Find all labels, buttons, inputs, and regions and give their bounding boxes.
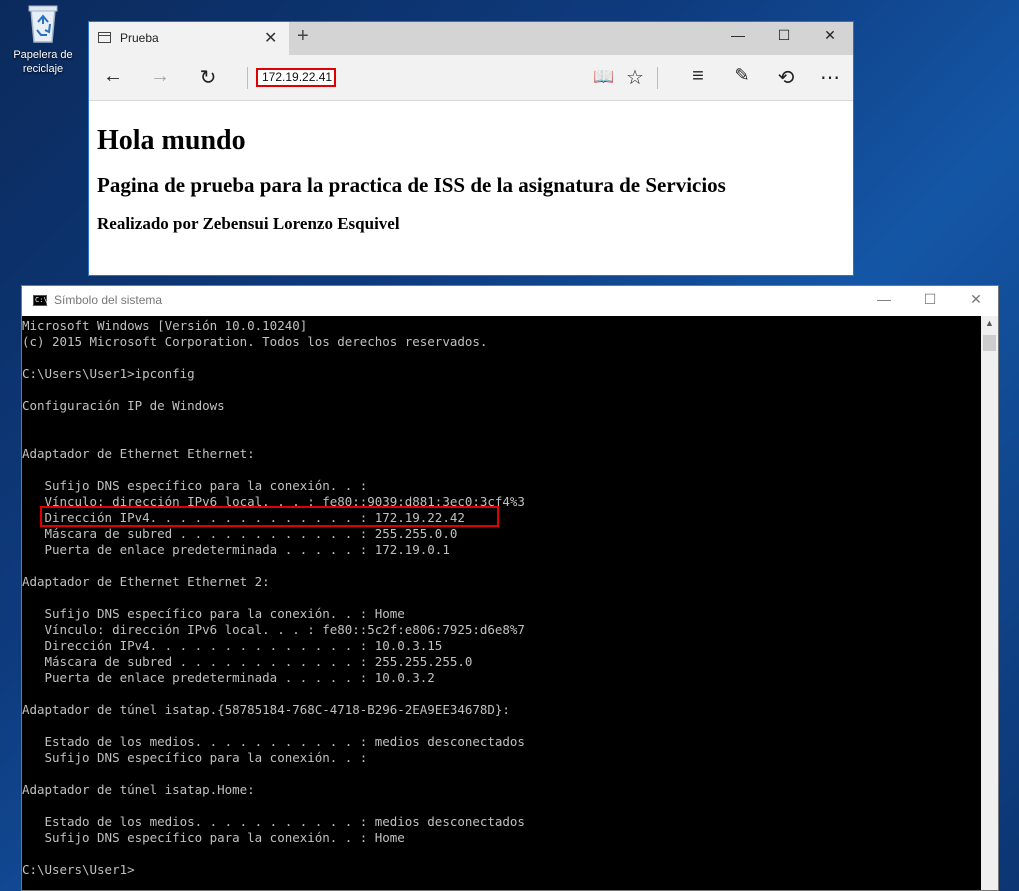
console-line: Puerta de enlace predeterminada . . . . … [22,542,450,557]
console-line: Vínculo: dirección IPv6 local. . . : fe8… [22,622,525,637]
console-line: Sufijo DNS específico para la conexión. … [22,750,368,765]
scrollbar-thumb[interactable] [983,335,996,351]
browser-toolbar: ← → ↻ 172.19.22.41 📖 ☆ ≡ ✎ ⟲ ⋯ [89,55,853,101]
console-line: Vínculo: dirección IPv6 local. . . : fe8… [22,494,525,509]
console-line: Adaptador de Ethernet Ethernet: [22,446,255,461]
maximize-button[interactable]: ☐ [761,27,807,44]
tab-title: Prueba [120,31,159,45]
browser-tab[interactable]: Prueba ✕ [89,22,289,55]
new-tab-icon[interactable]: + [297,25,309,48]
console-line: Máscara de subred . . . . . . . . . . . … [22,654,473,669]
page-heading3: Realizado por Zebensui Lorenzo Esquivel [97,214,400,233]
page-heading1: Hola mundo [97,125,246,156]
cmd-icon: C:\ [33,295,48,306]
web-page-content: Hola mundo Pagina de prueba para la prac… [89,101,853,238]
console-line: C:\Users\User1>ipconfig [22,366,195,381]
cmd-minimize-button[interactable]: — [861,291,907,307]
page-heading2: Pagina de prueba para la practica de ISS… [97,173,726,197]
minimize-button[interactable]: — [715,27,761,43]
cmd-title: Símbolo del sistema [54,293,163,307]
console-line: C:\Users\User1> [22,862,135,877]
cmd-maximize-button[interactable]: ☐ [907,291,953,308]
console-output[interactable]: Microsoft Windows [Versión 10.0.10240] (c… [22,316,981,890]
toolbar-divider [247,67,248,89]
cmd-window: C:\ Símbolo del sistema — ☐ ✕ Microsoft … [21,285,999,891]
web-note-icon[interactable]: ✎ [727,65,757,86]
browser-window: Prueba ✕ + — ☐ ✕ ← → ↻ 172.19.22.41 📖 ☆ … [88,21,854,276]
console-line: Adaptador de túnel isatap.{58785184-768C… [22,702,510,717]
console-line: Estado de los medios. . . . . . . . . . … [22,814,525,829]
scroll-up-arrow-icon[interactable]: ▲ [985,318,994,328]
recycle-bin-shortcut[interactable]: Papelera de reciclaje [6,2,80,76]
more-icon[interactable]: ⋯ [815,65,845,90]
cmd-titlebar[interactable]: C:\ Símbolo del sistema — ☐ ✕ [22,286,998,316]
console-line: Configuración IP de Windows [22,398,225,413]
refresh-icon[interactable]: ↻ [193,65,223,90]
console-line: Dirección IPv4. . . . . . . . . . . . . … [22,510,465,525]
console-line: Máscara de subred . . . . . . . . . . . … [22,526,458,541]
console-line: Sufijo DNS específico para la conexión. … [22,478,368,493]
reading-view-icon[interactable]: 📖 [589,67,619,87]
browser-tabbar: Prueba ✕ + — ☐ ✕ [89,22,853,55]
address-bar[interactable]: 172.19.22.41 [256,68,336,87]
forward-arrow-icon[interactable]: → [145,65,175,88]
page-icon [98,32,111,43]
recycle-bin-icon [25,2,61,44]
console-line: Estado de los medios. . . . . . . . . . … [22,734,525,749]
console-line: (c) 2015 Microsoft Corporation. Todos lo… [22,334,488,349]
console-line: Sufijo DNS específico para la conexión. … [22,830,405,845]
hub-icon[interactable]: ≡ [683,65,713,88]
console-line: Microsoft Windows [Versión 10.0.10240] [22,318,308,333]
tab-close-icon[interactable]: ✕ [264,28,277,48]
vertical-scrollbar[interactable]: ▲ [981,316,998,890]
cmd-close-button[interactable]: ✕ [953,291,999,308]
console-line: Puerta de enlace predeterminada . . . . … [22,670,435,685]
console-line: Adaptador de túnel isatap.Home: [22,782,255,797]
share-icon[interactable]: ⟲ [771,65,801,90]
console-line: Sufijo DNS específico para la conexión. … [22,606,405,621]
toolbar-divider [657,67,658,89]
back-arrow-icon[interactable]: ← [98,65,128,88]
favorite-star-icon[interactable]: ☆ [620,65,650,90]
console-line: Dirección IPv4. . . . . . . . . . . . . … [22,638,443,653]
recycle-bin-label: Papelera de reciclaje [13,49,73,75]
console-line: Adaptador de Ethernet Ethernet 2: [22,574,270,589]
close-button[interactable]: ✕ [807,27,853,44]
